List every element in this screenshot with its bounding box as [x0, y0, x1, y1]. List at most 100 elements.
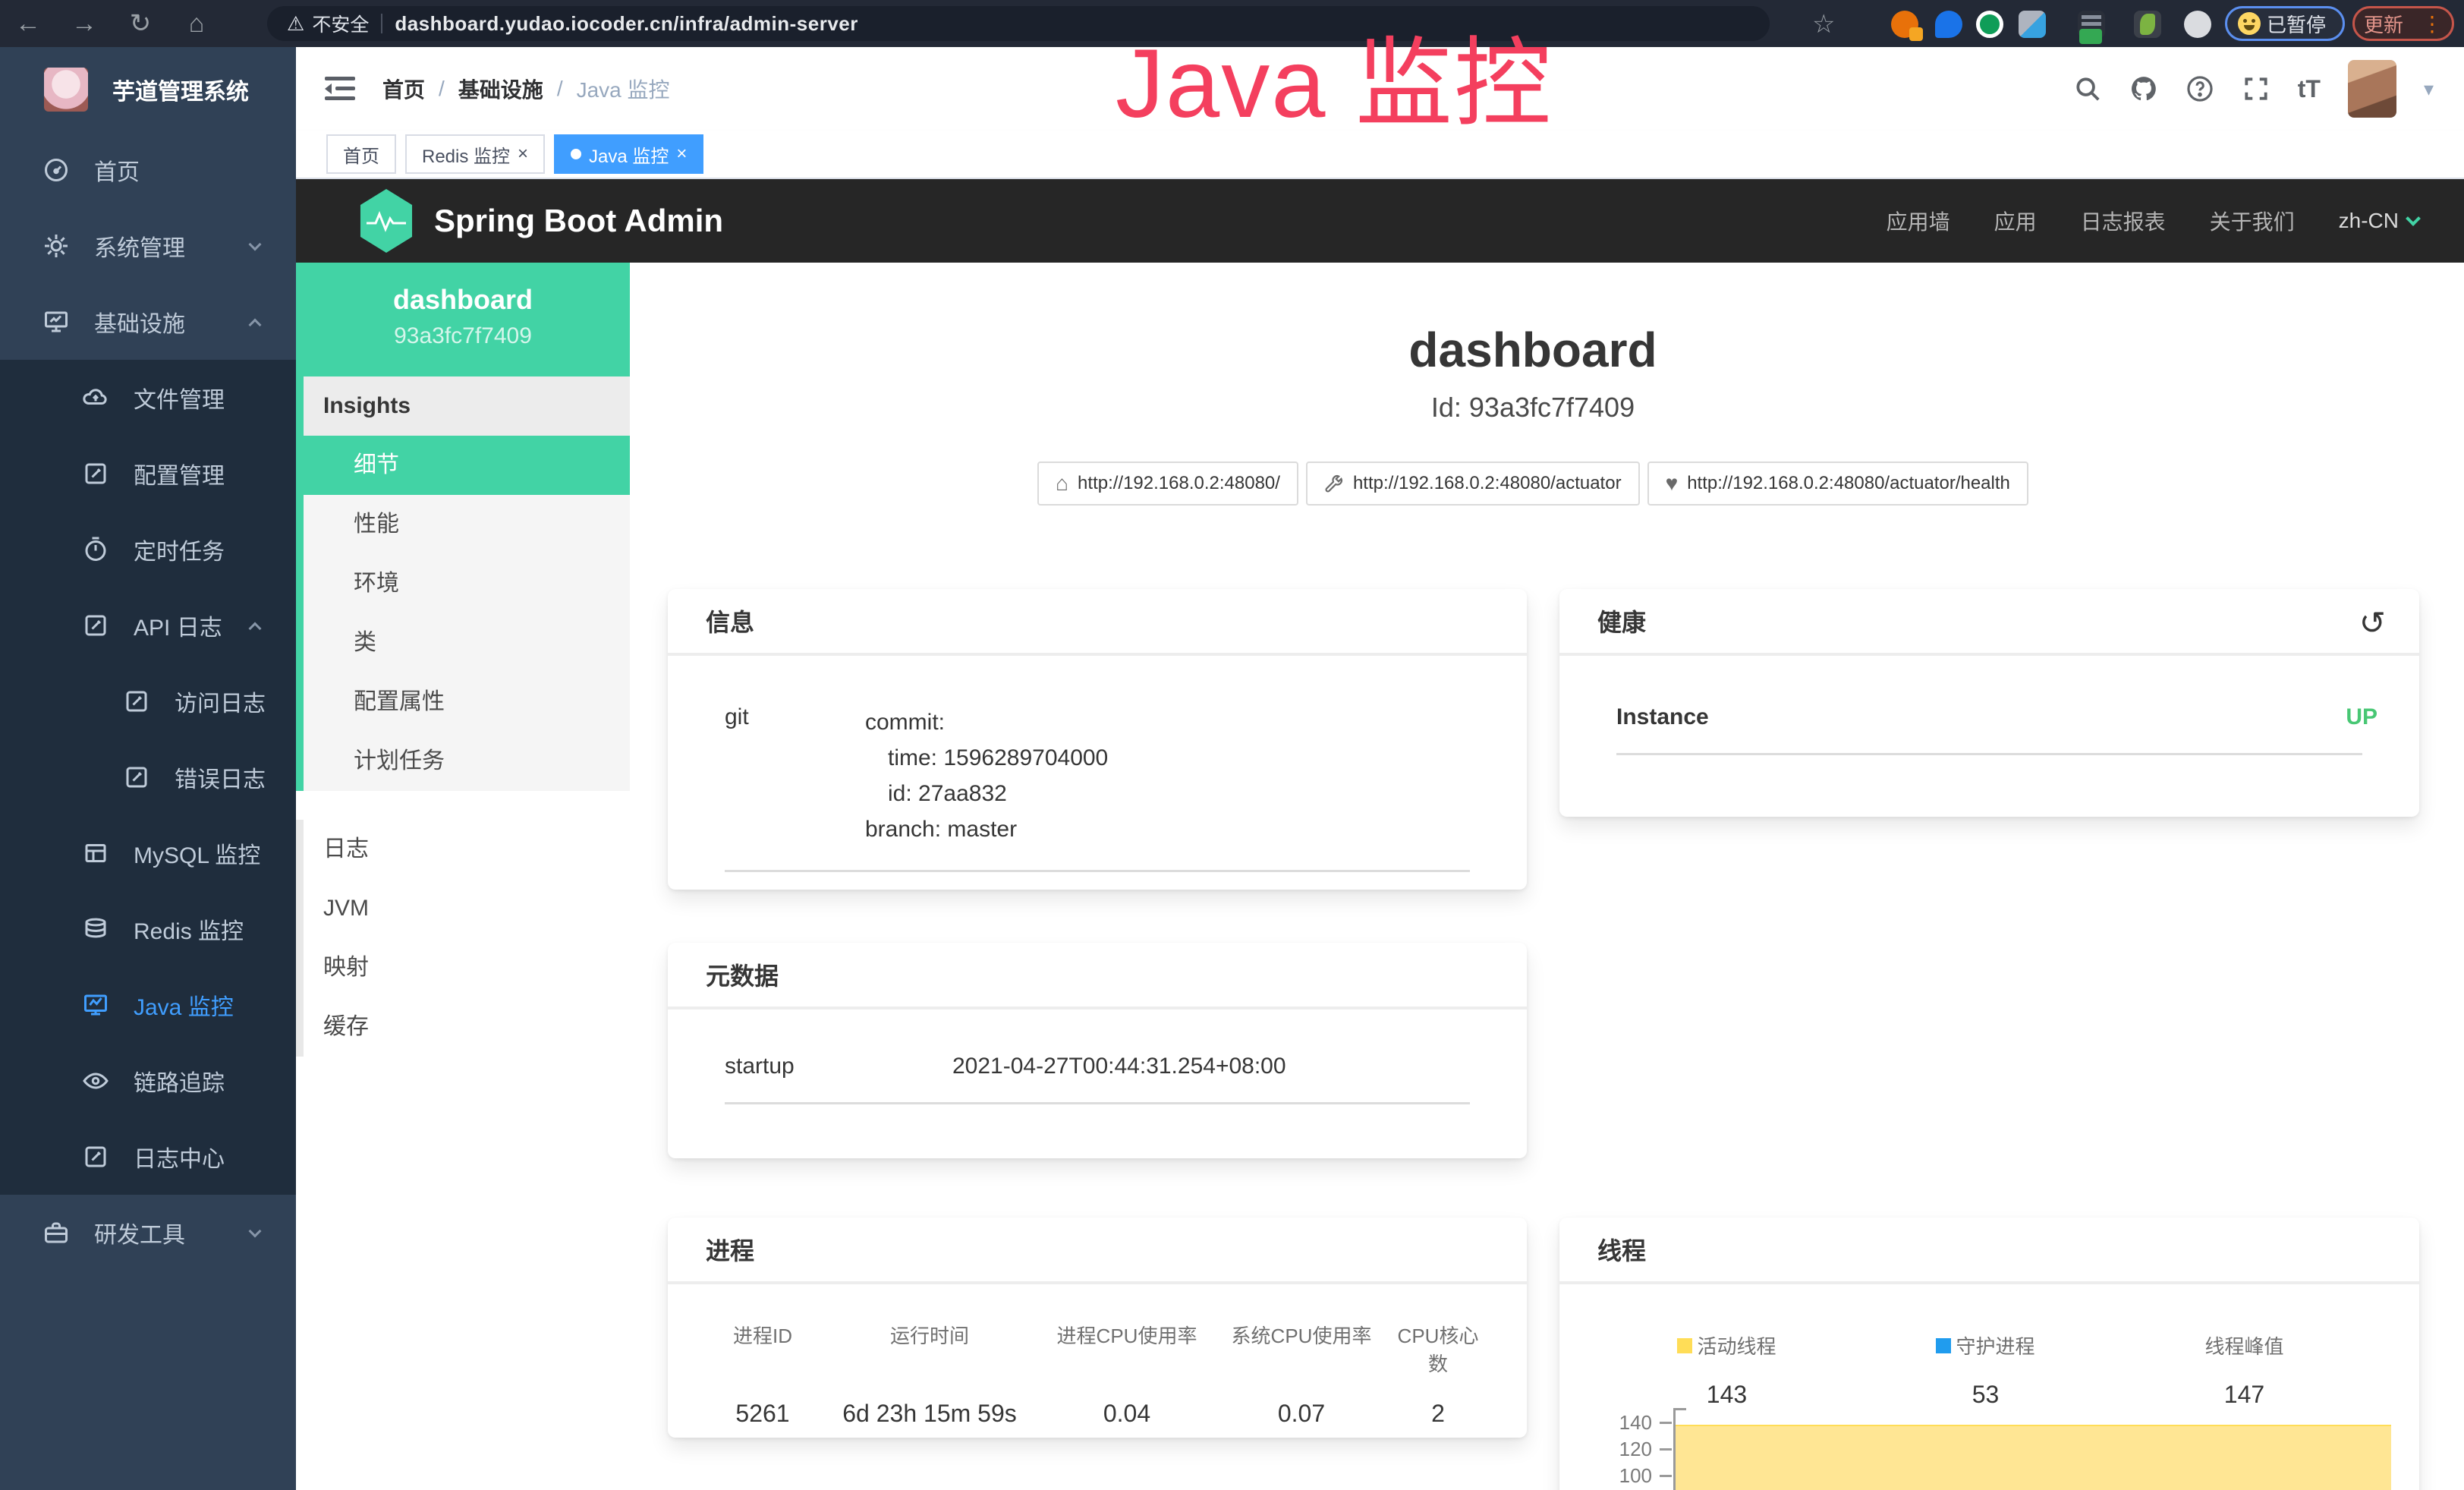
sidebar-item-mysql-monitor[interactable]: MySQL 监控	[0, 815, 296, 891]
service-url-button[interactable]: ⌂ http://192.168.0.2:48080/	[1037, 461, 1298, 506]
address-divider	[381, 14, 382, 33]
gear-icon	[42, 232, 70, 260]
extension-icon-6[interactable]	[2134, 11, 2161, 38]
text-size-icon[interactable]: tT	[2298, 75, 2321, 103]
page-annotation: Java 监控	[1116, 5, 1553, 145]
sidebar-item-home[interactable]: 首页	[0, 132, 296, 208]
update-label: 更新	[2364, 10, 2403, 38]
extension-icon-5[interactable]	[2078, 11, 2105, 38]
row-divider	[725, 1102, 1470, 1104]
browser-home-icon[interactable]: ⌂	[168, 9, 225, 39]
sidebar-item-file-manage[interactable]: 文件管理	[0, 360, 296, 436]
heartbeat-icon: ♥	[1666, 471, 1679, 496]
search-icon[interactable]	[2073, 74, 2102, 103]
menu-item-scheduled-tasks[interactable]: 计划任务	[304, 732, 630, 791]
process-card: 进程 进程ID 运行时间 进程CPU使用率 系统CPU使用率 CPU核心数 52…	[668, 1218, 1527, 1438]
help-icon[interactable]	[2186, 74, 2214, 103]
process-table-headers: 进程ID 运行时间 进程CPU使用率 系统CPU使用率 CPU核心数	[706, 1321, 1496, 1377]
menu-item-classes[interactable]: 类	[304, 613, 630, 673]
legend-daemon-threads: 守护进程 53	[1856, 1331, 2115, 1409]
close-icon[interactable]: ×	[676, 143, 687, 165]
bookmark-star-icon[interactable]: ☆	[1812, 9, 1835, 39]
sidebar-item-java-monitor[interactable]: Java 监控	[0, 967, 296, 1043]
tag-redis-monitor[interactable]: Redis 监控 ×	[405, 134, 545, 174]
live-threads-value: 143	[1597, 1381, 1856, 1409]
extensions-puzzle-icon[interactable]	[2184, 11, 2211, 38]
sidebar-item-system[interactable]: 系统管理	[0, 208, 296, 284]
home-icon: ⌂	[1056, 471, 1068, 496]
menu-item-environment[interactable]: 环境	[304, 554, 630, 613]
browser-reload-icon[interactable]: ↻	[112, 8, 168, 39]
process-card-title: 进程	[668, 1218, 1527, 1284]
sidebar-item-log-center[interactable]: 日志中心	[0, 1119, 296, 1195]
process-table-values: 5261 6d 23h 15m 59s 0.04 0.07 2	[706, 1400, 1496, 1428]
health-url-button[interactable]: ♥ http://192.168.0.2:48080/actuator/heal…	[1647, 461, 2028, 506]
breadcrumb-current: Java 监控	[577, 74, 670, 104]
not-secure-label[interactable]: 不安全	[312, 10, 369, 37]
browser-menu-icon[interactable]: ⋮	[2422, 11, 2443, 36]
fullscreen-icon[interactable]	[2242, 74, 2270, 103]
extension-icon-4[interactable]	[2019, 11, 2046, 38]
sba-logo-icon[interactable]	[358, 189, 414, 253]
breadcrumb-separator: /	[439, 77, 445, 101]
sba-brand-title[interactable]: Spring Boot Admin	[434, 203, 723, 239]
menu-item-jvm[interactable]: JVM	[304, 879, 630, 938]
browser-back-icon[interactable]: ←	[0, 9, 56, 39]
menu-item-mappings[interactable]: 映射	[304, 938, 630, 997]
history-icon[interactable]: ↺	[2359, 604, 2386, 641]
menu-item-caches[interactable]: 缓存	[304, 997, 630, 1057]
extension-icon-3[interactable]	[1976, 11, 2003, 38]
extension-icon-2[interactable]	[1935, 11, 1962, 38]
sidebar-collapse-icon[interactable]	[325, 77, 355, 101]
instance-header[interactable]: dashboard 93a3fc7f7409	[296, 263, 630, 376]
instance-id: 93a3fc7f7409	[296, 323, 630, 349]
profile-paused-badge[interactable]: 已暂停	[2225, 6, 2345, 41]
sidebar-item-error-log[interactable]: 错误日志	[0, 739, 296, 815]
ytick-140: 140	[1597, 1411, 1652, 1435]
status-badge: UP	[2346, 704, 2377, 730]
sidebar-item-config-manage[interactable]: 配置管理	[0, 436, 296, 512]
sba-nav-applications[interactable]: 应用	[1994, 206, 2037, 236]
sidebar-item-redis-monitor[interactable]: Redis 监控	[0, 891, 296, 967]
menu-item-details[interactable]: 细节	[304, 436, 630, 495]
edit-icon	[82, 460, 109, 487]
menu-item-config-props[interactable]: 配置属性	[304, 673, 630, 732]
github-icon[interactable]	[2129, 74, 2158, 103]
breadcrumb-home[interactable]: 首页	[382, 74, 425, 104]
sba-nav-journal[interactable]: 日志报表	[2081, 206, 2166, 236]
menu-item-logs[interactable]: 日志	[304, 820, 630, 879]
sidebar-item-tracing[interactable]: 链路追踪	[0, 1043, 296, 1119]
system-cpu: 0.07	[1214, 1400, 1389, 1428]
sba-nav-wallboard[interactable]: 应用墙	[1887, 206, 1950, 236]
paused-label: 已暂停	[2267, 10, 2326, 38]
info-card: 信息 git commit: time: 1596289704000 id: 2…	[668, 589, 1527, 890]
close-icon[interactable]: ×	[518, 143, 528, 165]
live-threads-area	[1676, 1425, 2391, 1490]
address-url[interactable]: dashboard.yudao.iocoder.cn/infra/admin-s…	[395, 12, 858, 36]
log-edit-icon	[82, 612, 109, 639]
extension-icon-1[interactable]	[1891, 11, 1918, 38]
metadata-value: 2021-04-27T00:44:31.254+08:00	[952, 1054, 1286, 1079]
menu-item-metrics[interactable]: 性能	[304, 495, 630, 554]
user-avatar[interactable]	[2348, 60, 2396, 118]
breadcrumb-infra[interactable]: 基础设施	[458, 74, 543, 104]
browser-update-button[interactable]: 更新 ⋮	[2352, 6, 2454, 41]
tag-home[interactable]: 首页	[326, 134, 396, 174]
cpu-cores: 2	[1389, 1400, 1487, 1428]
actuator-url-button[interactable]: http://192.168.0.2:48080/actuator	[1306, 461, 1640, 506]
threads-legend: 活动线程 143 守护进程 53 线程峰值 147	[1597, 1331, 2389, 1409]
browser-forward-icon[interactable]: →	[56, 9, 112, 39]
sba-nav-about[interactable]: 关于我们	[2210, 206, 2295, 236]
sidebar-item-infra[interactable]: 基础设施	[0, 284, 296, 360]
user-menu-caret-icon[interactable]: ▾	[2424, 77, 2434, 101]
sidebar-item-dev-tools[interactable]: 研发工具	[0, 1195, 296, 1271]
sidebar-item-access-log[interactable]: 访问日志	[0, 663, 296, 739]
sidebar-item-scheduled-jobs[interactable]: 定时任务	[0, 512, 296, 587]
row-divider	[1616, 753, 2362, 755]
sidebar-item-api-log[interactable]: API 日志	[0, 587, 296, 663]
breadcrumb: 首页 / 基础设施 / Java 监控	[382, 74, 670, 104]
sba-locale-select[interactable]: zh-CN	[2339, 209, 2418, 233]
app-logo-row[interactable]: 芋道管理系统	[0, 47, 296, 132]
metadata-key: startup	[725, 1054, 952, 1079]
tag-java-monitor[interactable]: Java 监控 ×	[554, 134, 703, 174]
